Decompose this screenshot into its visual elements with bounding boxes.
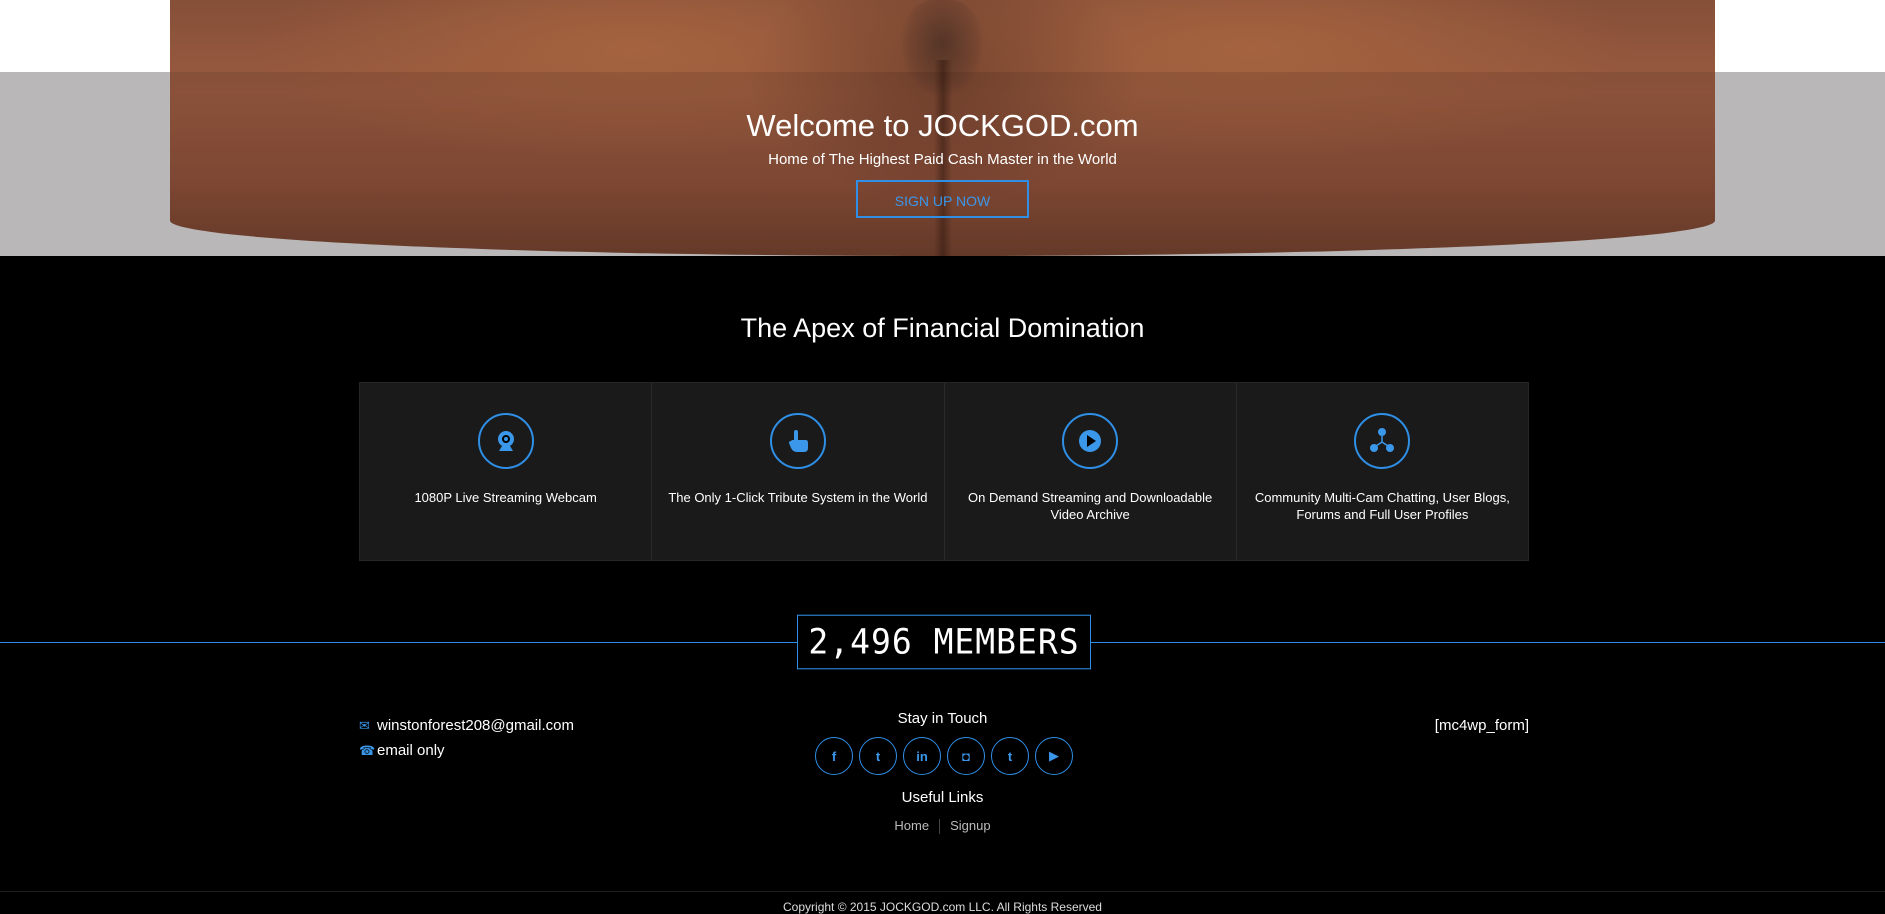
feature-item: 1080P Live Streaming Webcam <box>360 383 653 560</box>
newsletter-form-placeholder: [mc4wp_form] <box>1434 717 1529 734</box>
youtube-icon[interactable]: ▶ <box>1035 737 1073 775</box>
features-grid: 1080P Live Streaming Webcam The Only 1-C… <box>359 382 1529 561</box>
contact-phone-note: email only <box>377 742 445 759</box>
facebook-icon[interactable]: f <box>815 737 853 775</box>
feature-item: The Only 1-Click Tribute System in the W… <box>652 383 945 560</box>
pointer-hand-icon <box>769 413 826 469</box>
useful-links: Home Signup <box>0 818 1885 835</box>
feature-text: The Only 1-Click Tribute System in the W… <box>668 490 928 505</box>
hero-title: Welcome to JOCKGOD.com <box>746 108 1139 143</box>
linkedin-icon[interactable]: in <box>903 737 941 775</box>
footer-link-signup[interactable]: Signup <box>940 818 1000 833</box>
phone-icon: ☎ <box>359 743 376 758</box>
stay-in-touch-title: Stay in Touch <box>897 710 988 727</box>
footer-divider <box>0 891 1885 892</box>
instagram-icon[interactable]: ◘ <box>947 737 985 775</box>
hero-content: Welcome to JOCKGOD.com Home of The Highe… <box>0 106 1885 218</box>
sign-up-button[interactable]: SIGN UP NOW <box>856 180 1029 218</box>
feature-text: 1080P Live Streaming Webcam <box>414 490 597 505</box>
contact-phone-row: ☎ email only <box>359 738 574 763</box>
social-links: f t in ◘ t ▶ <box>815 737 1079 775</box>
feature-item: On Demand Streaming and Downloadable Vid… <box>944 383 1237 560</box>
community-network-icon <box>1354 413 1411 469</box>
footer-link-home[interactable]: Home <box>884 818 939 833</box>
hero-subtitle: Home of The Highest Paid Cash Master in … <box>768 151 1117 168</box>
play-icon <box>1062 413 1119 469</box>
copyright-text: Copyright © 2015 JOCKGOD.com LLC. All Ri… <box>783 900 1102 914</box>
hero-section: Welcome to JOCKGOD.com Home of The Highe… <box>0 0 1885 256</box>
tumblr-icon[interactable]: t <box>991 737 1029 775</box>
feature-item: Community Multi-Cam Chatting, User Blogs… <box>1236 383 1528 560</box>
section-title: The Apex of Financial Domination <box>740 313 1145 343</box>
feature-text: On Demand Streaming and Downloadable Vid… <box>967 490 1213 522</box>
useful-links-title: Useful Links <box>901 789 984 806</box>
members-counter: 2,496 MEMBERS <box>797 614 1091 670</box>
feature-text: Community Multi-Cam Chatting, User Blogs… <box>1254 490 1510 522</box>
webcam-icon <box>477 413 534 469</box>
twitter-icon[interactable]: t <box>859 737 897 775</box>
